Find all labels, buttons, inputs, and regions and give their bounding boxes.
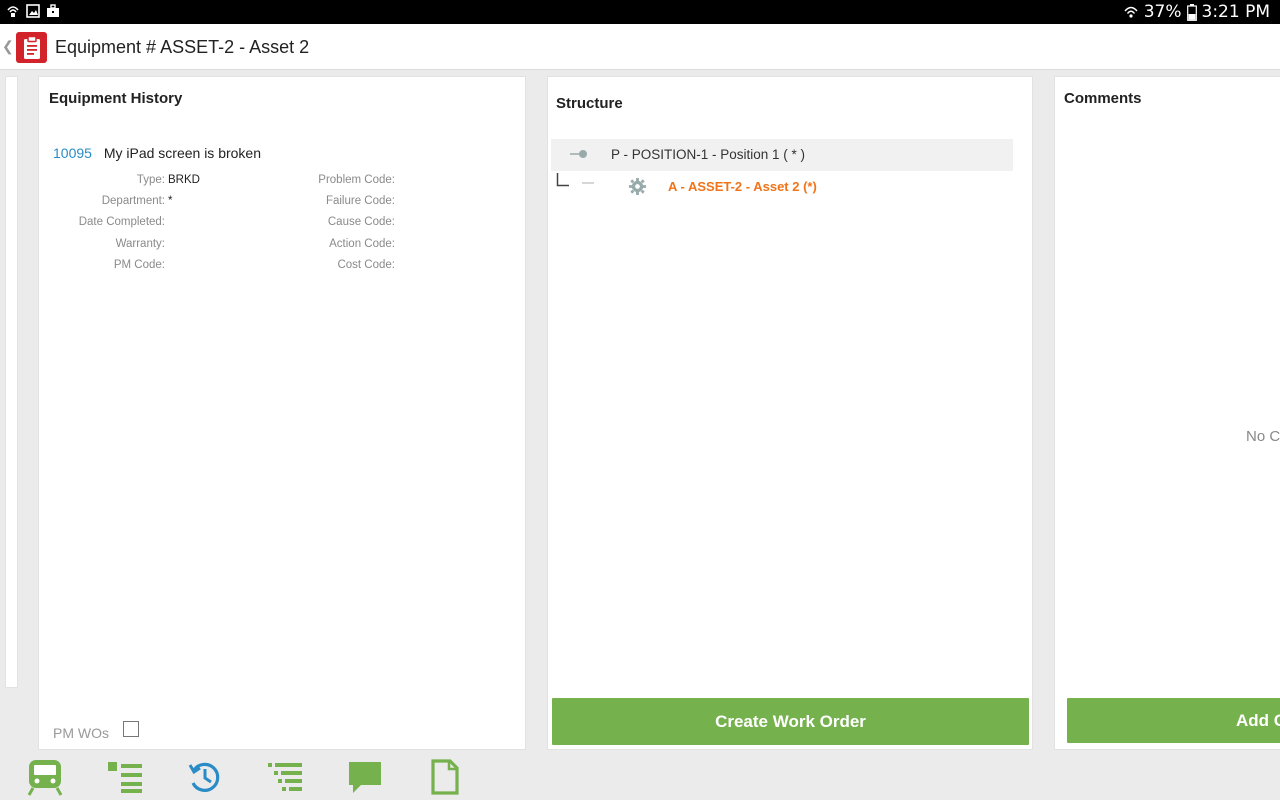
document-icon[interactable]	[425, 758, 465, 796]
list-icon[interactable]	[105, 758, 145, 796]
field-warranty: Warranty:	[115, 238, 165, 250]
pm-wos-label: PM WOs	[53, 725, 109, 741]
tree-node-position[interactable]: P - POSITION-1 - Position 1 ( * )	[551, 139, 1013, 171]
tree-node-label: P - POSITION-1 - Position 1 ( * )	[611, 147, 806, 162]
field-problem-code: Problem Code:	[318, 174, 395, 186]
train-icon[interactable]	[25, 758, 65, 796]
battery-percent: 37%	[1143, 2, 1182, 22]
indented-list-icon[interactable]	[265, 758, 305, 796]
image-icon	[26, 4, 40, 18]
panel-title: Comments	[1064, 90, 1142, 107]
field-failure-code: Failure Code:	[325, 195, 395, 207]
collapse-dash-icon[interactable]	[582, 181, 594, 185]
field-date-completed: Date Completed:	[78, 216, 165, 228]
status-bar: 37% 3:21 PM	[0, 0, 1280, 24]
battery-icon	[1186, 3, 1197, 21]
work-order-number[interactable]: 10095	[53, 145, 92, 161]
structure-panel: Structure P - POSITION-1 - Position 1 ( …	[547, 76, 1033, 750]
clipboard-icon[interactable]	[16, 32, 47, 63]
pm-wos-checkbox[interactable]	[123, 721, 139, 737]
equipment-history-panel: Equipment History 10095 My iPad screen i…	[38, 76, 526, 750]
pm-wos-toggle[interactable]: PM WOs	[53, 721, 139, 741]
comments-panel: Comments No C Add C	[1054, 76, 1280, 750]
field-type: Type: BRKD	[136, 174, 200, 186]
app-header: ❮ Equipment # ASSET-2 - Asset 2	[0, 24, 1280, 70]
add-comment-button[interactable]: Add C	[1067, 698, 1280, 743]
work-order-item[interactable]: 10095 My iPad screen is broken	[53, 145, 261, 161]
history-icon[interactable]	[185, 758, 225, 796]
previous-panel-edge	[5, 76, 18, 688]
field-department: Department: *	[101, 195, 173, 207]
wifi-signal-icon	[1124, 6, 1138, 18]
clock: 3:21 PM	[1201, 2, 1271, 22]
gear-icon	[628, 177, 647, 196]
field-action-code: Action Code:	[329, 238, 395, 250]
create-work-order-button[interactable]: Create Work Order	[552, 698, 1029, 745]
position-pin-icon	[570, 150, 587, 158]
chevron-left-icon[interactable]: ❮	[2, 38, 14, 55]
tree-node-label: A - ASSET-2 - Asset 2 (*)	[668, 179, 817, 194]
field-cost-code: Cost Code:	[337, 259, 395, 271]
tree-connector-icon	[556, 173, 569, 187]
bottom-toolbar	[0, 754, 1280, 800]
empty-comments-text: No C	[1246, 428, 1280, 445]
page-title: Equipment # ASSET-2 - Asset 2	[55, 37, 310, 57]
field-cause-code: Cause Code:	[327, 216, 395, 228]
panel-title: Structure	[556, 95, 623, 112]
wifi-tethering-icon	[7, 6, 19, 17]
field-pm-code: PM Code:	[113, 259, 165, 271]
work-order-description: My iPad screen is broken	[103, 145, 262, 161]
briefcase-icon	[47, 4, 59, 17]
comment-icon[interactable]	[345, 758, 385, 796]
panel-title: Equipment History	[49, 90, 183, 107]
